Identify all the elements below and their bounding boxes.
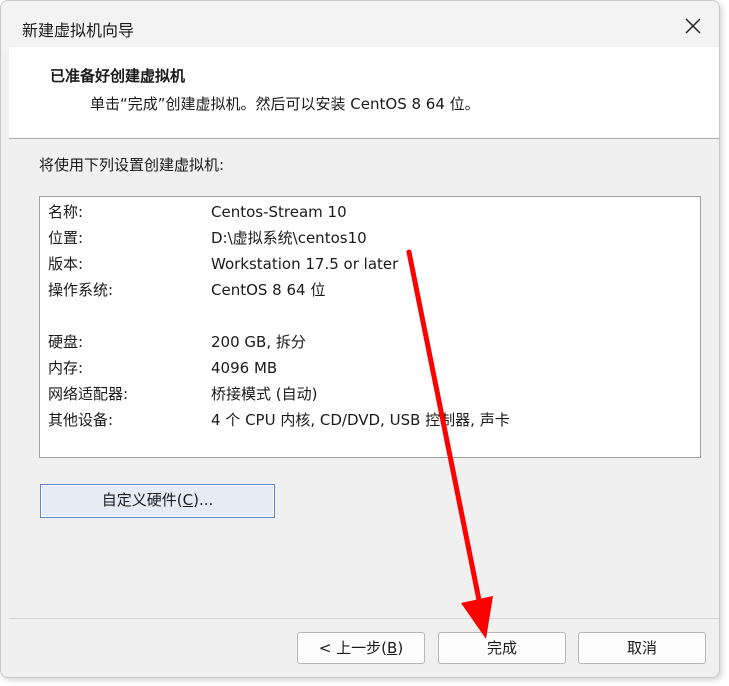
- wizard-header: 已准备好创建虚拟机 单击“完成”创建虚拟机。然后可以安装 CentOS 8 64…: [9, 47, 719, 139]
- cancel-button[interactable]: 取消: [578, 632, 706, 664]
- settings-summary: 名称: Centos-Stream 10 位置: D:\虚拟系统\centos1…: [39, 196, 701, 458]
- setting-key: 内存:: [48, 359, 84, 377]
- setting-value: 桥接模式 (自动): [211, 385, 318, 403]
- setting-value: Centos-Stream 10: [211, 203, 347, 221]
- setting-value: Workstation 17.5 or later: [211, 255, 399, 273]
- back-label-suffix: ): [397, 639, 404, 657]
- setting-key: 位置:: [48, 229, 84, 247]
- setting-value: 4 个 CPU 内核, CD/DVD, USB 控制器, 声卡: [211, 411, 510, 429]
- customize-hardware-button[interactable]: 自定义硬件(C)...: [40, 484, 275, 518]
- setting-key: 名称:: [48, 203, 84, 221]
- close-icon[interactable]: [681, 14, 705, 38]
- intro-text: 将使用下列设置创建虚拟机:: [39, 156, 225, 174]
- page-subtitle: 单击“完成”创建虚拟机。然后可以安装 CentOS 8 64 位。: [90, 95, 480, 113]
- back-accesskey: B: [387, 639, 398, 657]
- setting-key: 网络适配器:: [48, 385, 129, 403]
- back-button[interactable]: < 上一步(B): [297, 632, 425, 664]
- customize-accesskey: C: [182, 491, 194, 509]
- customize-label-prefix: 自定义硬件(: [101, 491, 183, 509]
- window-title: 新建虚拟机向导: [22, 21, 135, 40]
- setting-key: 其他设备:: [48, 411, 114, 429]
- page-title: 已准备好创建虚拟机: [50, 67, 186, 85]
- finish-button[interactable]: 完成: [438, 632, 566, 664]
- setting-value: D:\虚拟系统\centos10: [211, 229, 367, 247]
- setting-value: CentOS 8 64 位: [211, 281, 326, 299]
- footer-divider: [9, 618, 719, 619]
- setting-key: 操作系统:: [48, 281, 114, 299]
- setting-key: 硬盘:: [48, 333, 84, 351]
- setting-value: 200 GB, 拆分: [211, 333, 306, 351]
- setting-value: 4096 MB: [211, 359, 278, 377]
- back-label-prefix: < 上一步(: [318, 639, 388, 657]
- customize-label-suffix: )...: [193, 491, 214, 509]
- new-vm-wizard-dialog: 新建虚拟机向导 已准备好创建虚拟机 单击“完成”创建虚拟机。然后可以安装 Cen…: [0, 0, 720, 678]
- setting-key: 版本:: [48, 255, 84, 273]
